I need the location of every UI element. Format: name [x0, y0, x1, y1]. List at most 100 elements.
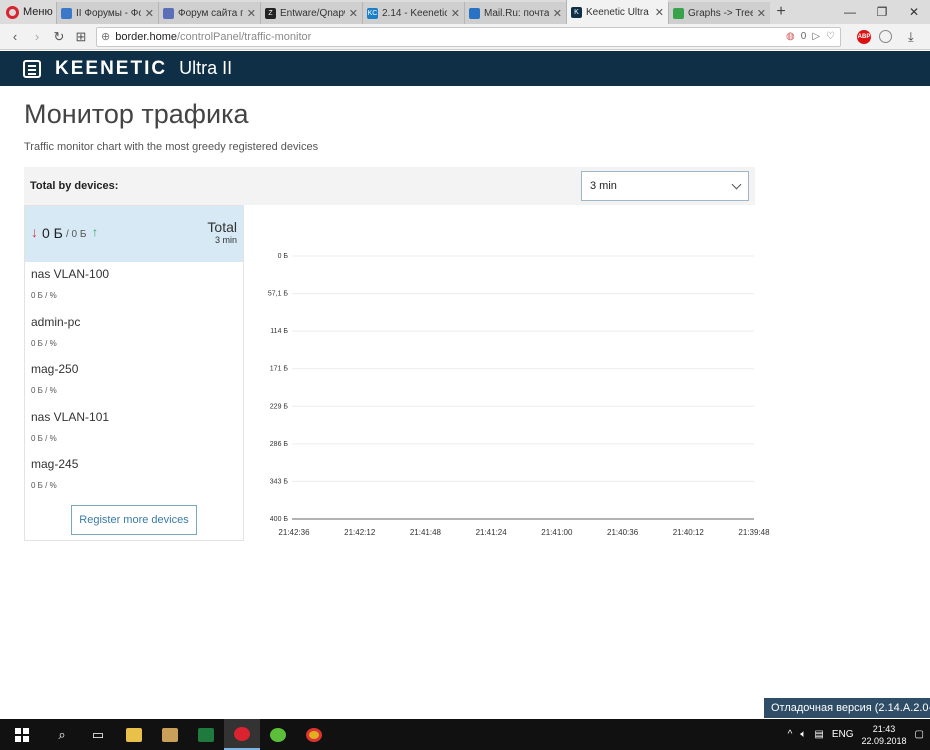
- adblock-plus-icon[interactable]: ABP: [857, 29, 871, 44]
- x-tick-label: 21:41:48: [410, 528, 442, 537]
- device-traffic: 0 Б / %: [31, 291, 57, 300]
- speed-dial-icon[interactable]: ⊞: [70, 29, 92, 45]
- system-tray: ^ 🔈︎ ▤ ENG 21:43 22.09.2018 ▢: [788, 723, 930, 747]
- total-summary[interactable]: ↓ 0 Б / 0 Б ↑ Total 3 min: [25, 206, 243, 262]
- app-header: KEENETIC Ultra II: [0, 51, 930, 86]
- hamburger-menu-icon[interactable]: [23, 59, 41, 78]
- device-traffic: 0 Б / %: [31, 338, 57, 348]
- browser-tab[interactable]: Mail.Ru: почта, ✕: [464, 2, 566, 24]
- tab-close-icon[interactable]: ✕: [451, 7, 460, 20]
- device-row[interactable]: nas VLAN-100 0 Б / %: [25, 262, 243, 310]
- language-indicator[interactable]: ENG: [832, 729, 854, 740]
- brand-logo: KEENETIC: [55, 57, 168, 79]
- device-name: nas VLAN-101: [31, 409, 110, 424]
- clock-date: 22.09.2018: [861, 735, 907, 746]
- tab-close-icon[interactable]: ✕: [553, 7, 562, 20]
- window-controls: — ❐ ✕: [834, 0, 930, 24]
- download-icon[interactable]: ⤓: [908, 29, 914, 45]
- green-app-icon[interactable]: [260, 719, 296, 750]
- excel-icon[interactable]: [188, 719, 224, 750]
- tab-close-icon[interactable]: ✕: [247, 7, 256, 20]
- x-tick-label: 21:41:24: [476, 528, 508, 537]
- x-tick-label: 21:40:36: [607, 528, 639, 537]
- total-label: Total: [207, 219, 237, 235]
- register-more-devices-button[interactable]: Register more devices: [71, 505, 197, 535]
- browser-tab[interactable]: Z Entware/Qnapw ✕: [260, 2, 362, 24]
- device-name: admin-pc: [31, 314, 81, 329]
- browser-tab[interactable]: K Keenetic Ultra II ✕: [566, 0, 668, 24]
- url-input[interactable]: ⊕ border.home /controlPanel/traffic-moni…: [96, 26, 841, 47]
- browser-tab-bar: Меню II Форумы - Фо ✕ Форум сайта г. ✕ Z Entw…: [0, 0, 930, 24]
- y-tick-label: 400 Б: [270, 516, 289, 523]
- tab-close-icon[interactable]: ✕: [349, 7, 358, 20]
- chrome-icon[interactable]: [296, 719, 332, 750]
- device-row[interactable]: admin-pc 0 Б / %: [25, 310, 243, 358]
- back-icon[interactable]: ‹: [4, 29, 26, 44]
- minimize-icon[interactable]: —: [834, 5, 866, 19]
- x-tick-label: 21:42:12: [344, 528, 376, 537]
- volume-icon[interactable]: 🔈︎: [800, 729, 806, 740]
- close-window-icon[interactable]: ✕: [898, 5, 930, 19]
- globe-icon[interactable]: [879, 30, 892, 43]
- tab-close-icon[interactable]: ✕: [145, 7, 154, 20]
- tab-close-icon[interactable]: ✕: [655, 6, 664, 19]
- browser-tab[interactable]: Graphs -> Tree ✕: [668, 2, 770, 24]
- media-player-icon[interactable]: [152, 719, 188, 750]
- y-tick-label: 343 Б: [270, 478, 289, 485]
- vpn-count: 0: [800, 31, 807, 42]
- x-tick-label: 21:42:36: [278, 528, 310, 537]
- vpn-icon[interactable]: ◍: [786, 31, 795, 42]
- model-name: Ultra II: [179, 58, 233, 78]
- search-icon[interactable]: ⌕: [44, 719, 80, 750]
- device-name: mag-245: [31, 457, 79, 472]
- y-tick-label: 171 Б: [270, 366, 289, 373]
- restore-icon[interactable]: ❐: [866, 5, 898, 19]
- forward-icon[interactable]: ›: [26, 29, 48, 44]
- period-select[interactable]: 3 min: [581, 171, 749, 201]
- chevron-down-icon: [731, 179, 742, 189]
- period-select-value: 3 min: [590, 180, 617, 192]
- tab-favicon-icon: [469, 7, 480, 19]
- browser-tab[interactable]: II Форумы - Фо ✕: [56, 2, 158, 24]
- opera-menu-label: Меню: [23, 6, 53, 18]
- clock-time: 21:43: [872, 723, 896, 734]
- site-info-icon[interactable]: ⊕: [101, 30, 110, 43]
- address-bar: ‹ › ↻ ⊞ ⊕ border.home /controlPanel/traf…: [0, 24, 930, 50]
- y-tick-label: 57,1 Б: [268, 291, 289, 298]
- opera-taskbar-icon[interactable]: [224, 719, 260, 750]
- task-view-icon[interactable]: ▭: [80, 719, 116, 750]
- device-row[interactable]: mag-250 0 Б / %: [25, 357, 243, 405]
- y-tick-label: 0 Б: [278, 253, 289, 260]
- notifications-icon[interactable]: ▢: [915, 729, 924, 740]
- opera-menu-button[interactable]: Меню: [0, 0, 56, 24]
- new-tab-button[interactable]: +: [770, 2, 792, 24]
- page-title: Монитор трафика: [24, 99, 249, 129]
- debug-version-banner[interactable]: Отладочная версия (2.14.A.2.0-0): [764, 698, 930, 718]
- x-tick-label: 21:39:48: [738, 528, 770, 537]
- tab-title: Entware/Qnapw: [280, 7, 345, 19]
- page-subtitle: Traffic monitor chart with the most gree…: [24, 141, 319, 153]
- tab-favicon-icon: KC: [367, 7, 378, 19]
- tab-close-icon[interactable]: ✕: [757, 7, 766, 20]
- clock[interactable]: 21:43 22.09.2018: [862, 723, 907, 747]
- send-icon[interactable]: ▷: [812, 31, 820, 42]
- tray-arrow-icon[interactable]: ^: [788, 729, 793, 740]
- total-period: 3 min: [214, 235, 237, 245]
- total-value: 0 Б: [42, 225, 63, 241]
- device-name: nas VLAN-100: [31, 267, 110, 281]
- device-row[interactable]: nas VLAN-101 0 Б / %: [25, 405, 243, 453]
- url-host: border.home: [115, 30, 177, 43]
- opera-logo-icon: [6, 5, 19, 19]
- tab-title: Keenetic Ultra II: [586, 6, 651, 18]
- upload-arrow-icon: ↑: [92, 225, 98, 239]
- start-button[interactable]: [0, 727, 44, 742]
- tab-favicon-icon: [673, 7, 684, 19]
- file-explorer-icon[interactable]: [116, 719, 152, 750]
- bookmark-heart-icon[interactable]: ♡: [826, 31, 835, 42]
- browser-tab[interactable]: Форум сайта г. ✕: [158, 2, 260, 24]
- x-tick-label: 21:41:00: [541, 528, 573, 537]
- device-row[interactable]: mag-245 0 Б / %: [25, 452, 243, 500]
- browser-tab[interactable]: KC 2.14 - Keenetic ✕: [362, 2, 464, 24]
- network-icon[interactable]: ▤: [814, 729, 823, 740]
- reload-icon[interactable]: ↻: [48, 29, 70, 45]
